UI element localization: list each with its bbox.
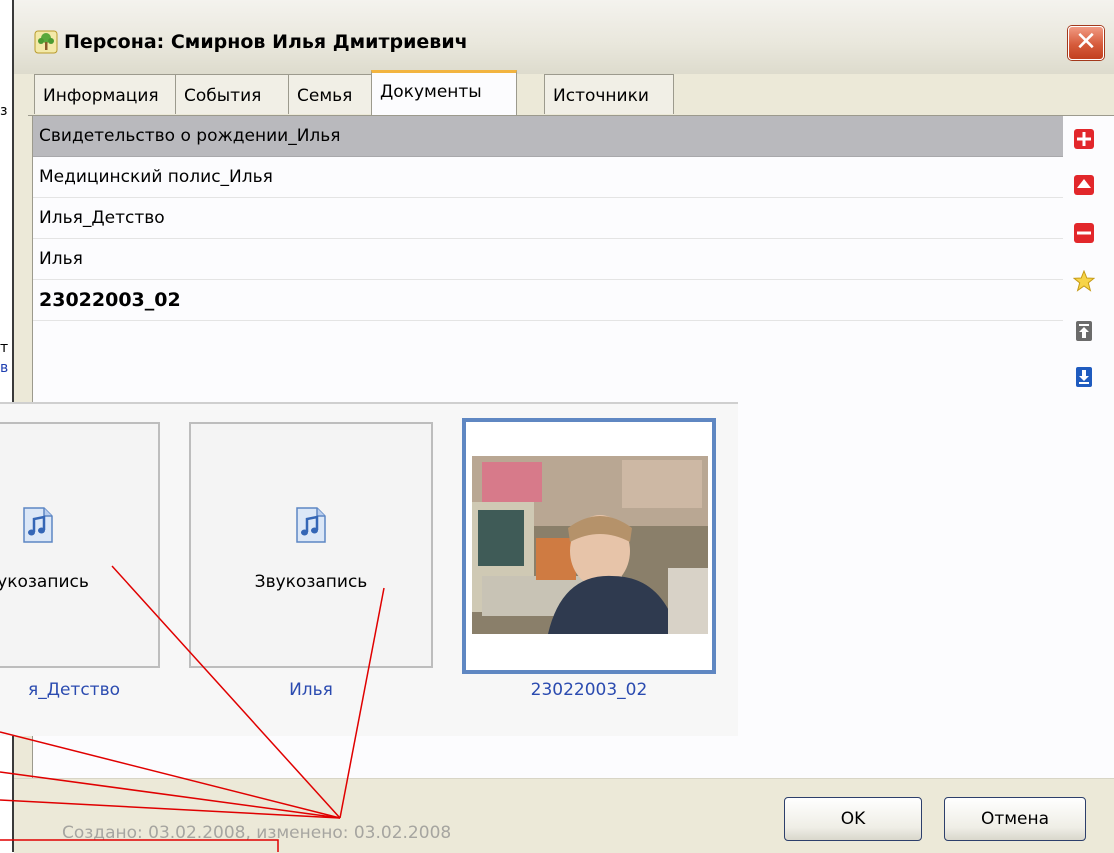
background-window-glyph: з xyxy=(0,103,8,119)
move-bottom-icon[interactable] xyxy=(1073,366,1095,388)
thumbnail-caption[interactable]: я_Детство xyxy=(0,680,154,700)
document-row[interactable]: Свидетельство о рождении_Илья xyxy=(33,116,1063,157)
thumbnail-card-selected[interactable] xyxy=(462,418,716,674)
remove-icon[interactable] xyxy=(1073,222,1095,244)
close-icon: ✕ xyxy=(1075,27,1097,57)
document-row[interactable]: Илья xyxy=(33,239,1063,280)
move-up-icon[interactable] xyxy=(1073,174,1095,196)
thumbnail-card[interactable]: вукозапись xyxy=(0,422,160,668)
dialog-footer: Создано: 03.02.2008, изменено: 03.02.200… xyxy=(14,778,1114,853)
tab-events[interactable]: События xyxy=(175,74,289,114)
family-tree-icon xyxy=(34,30,58,54)
thumbnail-view-overlay: вукозапись я_Детство Звукозапись Илья xyxy=(0,402,738,736)
document-row[interactable]: Илья_Детство xyxy=(33,198,1063,239)
favorite-star-icon[interactable] xyxy=(1073,270,1095,292)
close-button[interactable]: ✕ xyxy=(1068,26,1104,60)
cancel-button[interactable]: Отмена xyxy=(944,797,1086,841)
document-row[interactable]: Медицинский полис_Илья xyxy=(33,157,1063,198)
photo-thumbnail xyxy=(472,456,708,634)
tab-documents[interactable]: Документы xyxy=(371,70,517,117)
tab-information[interactable]: Информация xyxy=(34,74,176,114)
tab-sources[interactable]: Источники xyxy=(544,74,674,114)
audio-file-icon xyxy=(23,507,53,543)
ok-button[interactable]: OK xyxy=(784,797,922,841)
thumbnail-label: Звукозапись xyxy=(254,572,368,592)
thumbnail-caption[interactable]: Илья xyxy=(231,680,391,700)
tab-family[interactable]: Семья xyxy=(288,74,372,114)
add-icon[interactable] xyxy=(1073,128,1095,150)
document-list: Свидетельство о рождении_Илья Медицински… xyxy=(33,116,1063,321)
background-window-glyph: т xyxy=(0,340,9,356)
background-window-glyph: в xyxy=(0,360,9,376)
thumbnail-card[interactable]: Звукозапись xyxy=(189,422,433,668)
window-title: Персона: Смирнов Илья Дмитриевич xyxy=(64,31,468,53)
document-row[interactable]: 23022003_02 xyxy=(33,280,1063,321)
thumbnail-label: вукозапись xyxy=(0,572,89,592)
audio-file-icon xyxy=(296,507,326,543)
move-top-icon[interactable] xyxy=(1073,320,1095,342)
thumbnail-caption[interactable]: 23022003_02 xyxy=(509,680,669,700)
created-modified-status: Создано: 03.02.2008, изменено: 03.02.200… xyxy=(62,823,452,843)
title-bar[interactable]: Персона: Смирнов Илья Дмитриевич ✕ xyxy=(14,0,1114,74)
